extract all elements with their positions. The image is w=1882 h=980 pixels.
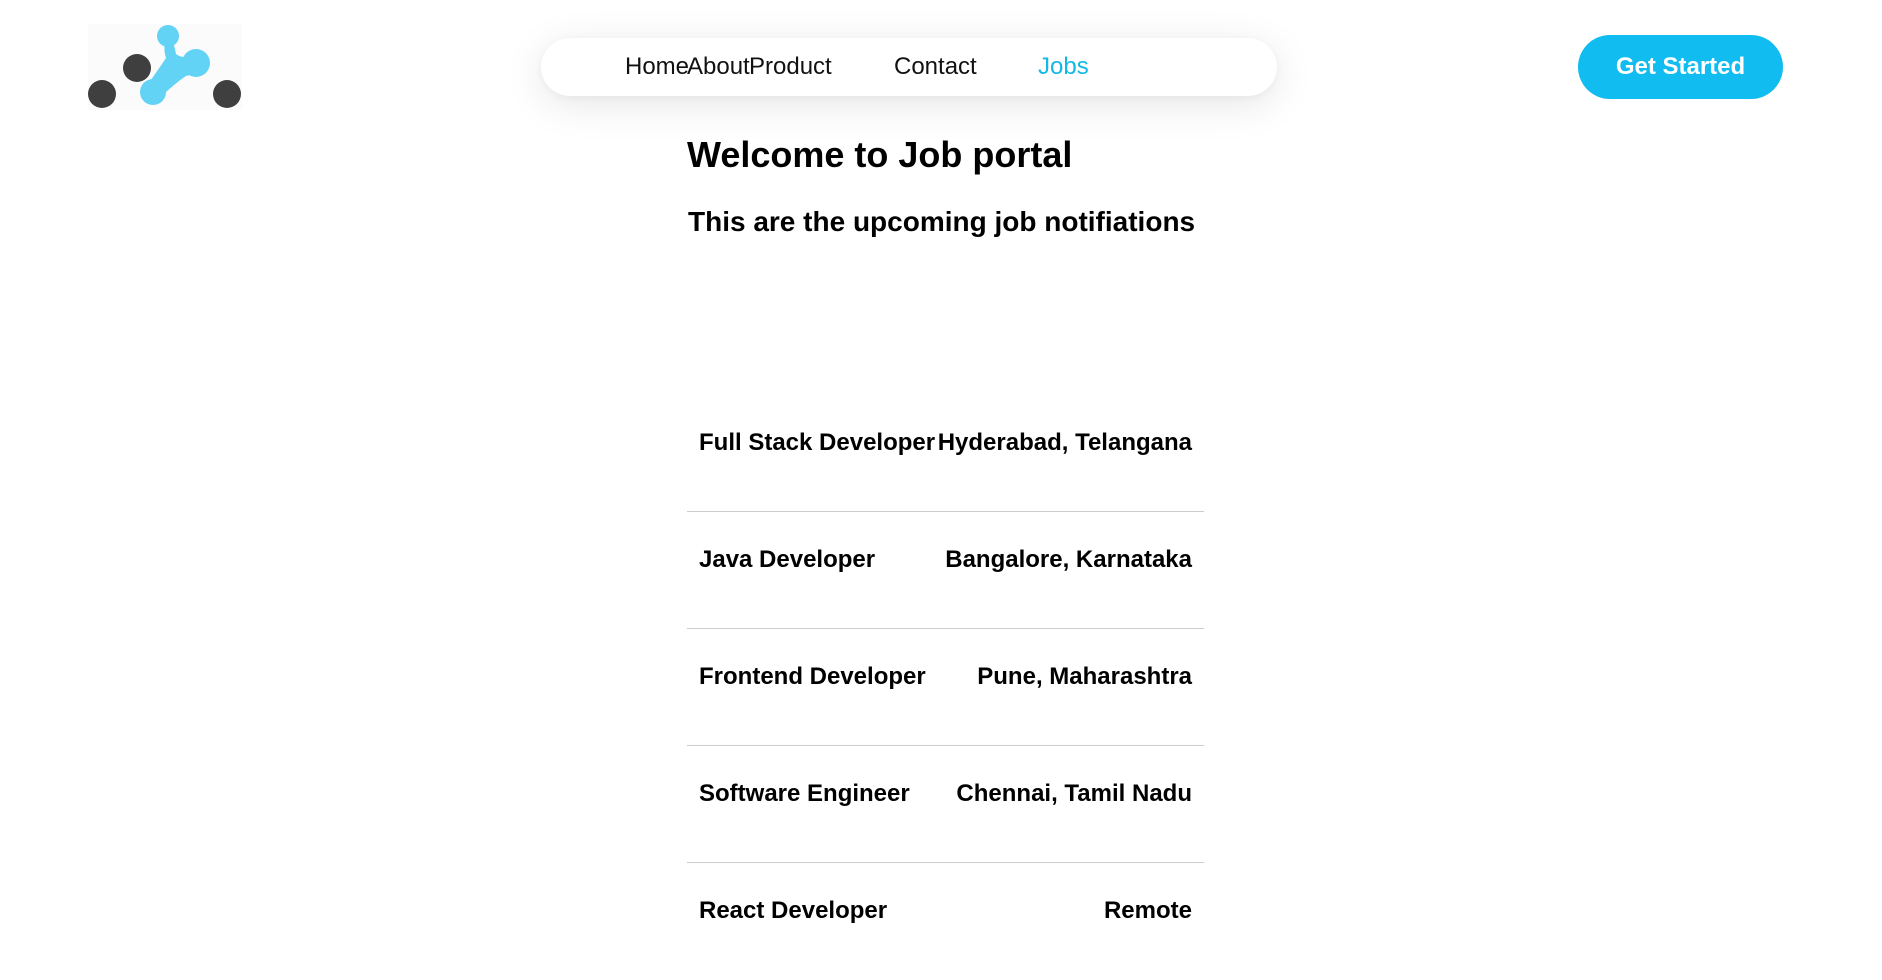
get-started-button[interactable]: Get Started: [1578, 35, 1783, 99]
brand-logo[interactable]: [88, 24, 242, 110]
job-location: Remote: [1103, 897, 1192, 924]
main-nav: Home About Product Contact Jobs: [541, 38, 1277, 96]
job-title: React Developer: [699, 897, 888, 924]
nav-jobs[interactable]: Jobs: [1038, 38, 1089, 96]
job-row[interactable]: React Developer Remote: [687, 863, 1204, 980]
job-location: Chennai, Tamil Nadu: [956, 780, 1192, 807]
job-location: Pune, Maharashtra: [977, 663, 1192, 690]
job-title: Frontend Developer: [699, 663, 926, 690]
site-header: Home About Product Contact Jobs Get Star…: [0, 0, 1882, 130]
job-row[interactable]: Software Engineer Chennai, Tamil Nadu: [687, 746, 1204, 863]
nav-home[interactable]: Home: [625, 38, 689, 96]
nav-product[interactable]: Product: [749, 38, 832, 96]
page-subtitle: This are the upcoming job notifiations: [688, 206, 1196, 237]
nav-about[interactable]: About: [687, 38, 750, 96]
page-title: Welcome to Job portal: [687, 134, 1073, 175]
job-title: Software Engineer: [699, 780, 910, 807]
logo-icon: [88, 25, 241, 108]
job-location: Hyderabad, Telangana: [937, 429, 1192, 456]
job-location: Bangalore, Karnataka: [945, 546, 1192, 573]
job-title: Java Developer: [699, 546, 876, 573]
job-row[interactable]: Java Developer Bangalore, Karnataka: [687, 512, 1204, 629]
job-row[interactable]: Full Stack Developer Hyderabad, Telangan…: [687, 395, 1204, 512]
nav-contact[interactable]: Contact: [894, 38, 977, 96]
job-title: Full Stack Developer: [699, 429, 936, 456]
job-row[interactable]: Frontend Developer Pune, Maharashtra: [687, 629, 1204, 746]
